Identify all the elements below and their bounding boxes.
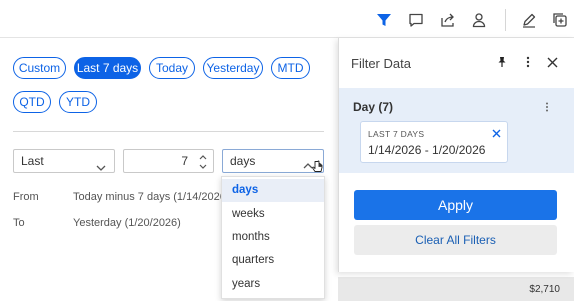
preset-mtd-chip[interactable]: MTD bbox=[271, 57, 310, 79]
pin-icon[interactable] bbox=[494, 54, 510, 70]
unit-option-days[interactable]: days bbox=[222, 179, 324, 202]
to-label: To bbox=[13, 217, 25, 229]
preset-ytd-chip[interactable]: YTD bbox=[59, 91, 97, 113]
edit-icon[interactable] bbox=[519, 10, 539, 30]
active-filter-range: 1/14/2026 - 1/20/2026 bbox=[368, 143, 486, 157]
stepper-down-icon[interactable] bbox=[197, 162, 209, 171]
range-unit-value: days bbox=[230, 154, 256, 168]
share-icon[interactable] bbox=[438, 10, 458, 30]
range-count-stepper[interactable]: 7 bbox=[123, 149, 214, 173]
more-options-icon[interactable] bbox=[520, 54, 536, 70]
preset-last-7-days-chip[interactable]: Last 7 days bbox=[74, 57, 141, 79]
from-label: From bbox=[13, 191, 39, 203]
filter-icon[interactable] bbox=[374, 10, 394, 30]
user-icon[interactable] bbox=[469, 10, 489, 30]
apply-button[interactable]: Apply bbox=[354, 190, 557, 220]
to-value: Yesterday (1/20/2026) bbox=[73, 217, 181, 229]
background-value: $2,710 bbox=[529, 284, 560, 295]
unit-option-quarters[interactable]: quarters bbox=[222, 249, 324, 272]
range-count-value: 7 bbox=[181, 154, 188, 168]
active-filter-caption: LAST 7 DAYS bbox=[368, 129, 425, 139]
preset-yesterday-chip[interactable]: Yesterday bbox=[203, 57, 263, 79]
comment-icon[interactable] bbox=[406, 10, 426, 30]
stepper-up-icon[interactable] bbox=[197, 152, 209, 161]
range-mode-select[interactable]: Last bbox=[13, 149, 115, 173]
preset-custom-chip[interactable]: Custom bbox=[13, 57, 66, 79]
top-toolbar bbox=[0, 0, 574, 38]
from-value: Today minus 7 days (1/14/2026) bbox=[73, 191, 230, 203]
unit-option-years[interactable]: years bbox=[222, 273, 324, 296]
close-icon[interactable] bbox=[544, 54, 560, 70]
filter-data-panel: Filter Data Day (7) LAST 7 DAYS 1/14/202… bbox=[338, 38, 574, 272]
toolbar-divider bbox=[505, 9, 506, 31]
range-mode-value: Last bbox=[21, 154, 44, 168]
day-filter-title: Day (7) bbox=[353, 100, 394, 114]
chevron-down-icon bbox=[96, 157, 106, 179]
filter-panel-title: Filter Data bbox=[351, 56, 411, 71]
clear-all-filters-button[interactable]: Clear All Filters bbox=[354, 225, 557, 255]
remove-filter-icon[interactable] bbox=[491, 128, 501, 138]
unit-option-months[interactable]: months bbox=[222, 226, 324, 249]
add-widget-icon[interactable] bbox=[550, 10, 570, 30]
preset-qtd-chip[interactable]: QTD bbox=[13, 91, 51, 113]
preset-today-chip[interactable]: Today bbox=[149, 57, 195, 79]
active-filter-card[interactable]: LAST 7 DAYS 1/14/2026 - 1/20/2026 bbox=[360, 121, 508, 163]
range-unit-select[interactable]: days bbox=[222, 149, 324, 173]
day-filter-block: Day (7) LAST 7 DAYS 1/14/2026 - 1/20/202… bbox=[339, 88, 574, 173]
section-divider bbox=[13, 131, 324, 132]
unit-option-weeks[interactable]: weeks bbox=[222, 203, 324, 226]
background-table-strip: $2,710 bbox=[338, 277, 574, 301]
day-filter-more-icon[interactable] bbox=[541, 100, 553, 114]
unit-dropdown-menu: days weeks months quarters years bbox=[221, 176, 325, 299]
